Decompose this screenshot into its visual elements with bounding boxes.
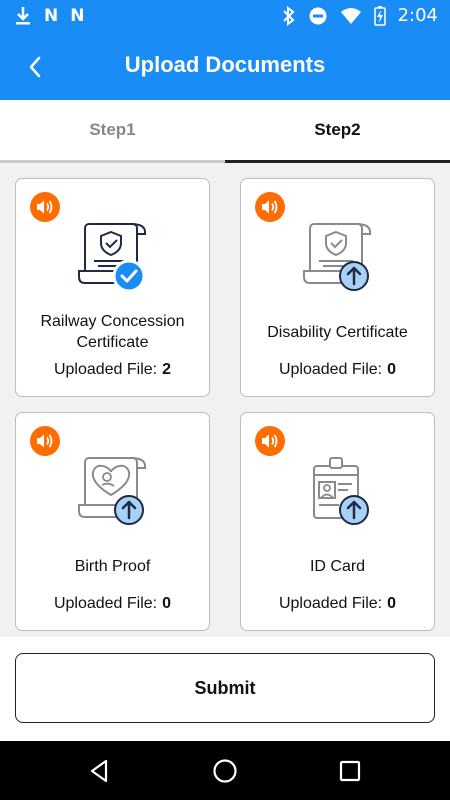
speaker-icon	[262, 434, 278, 448]
download-icon	[16, 7, 30, 25]
uploaded-count: 0	[387, 361, 397, 378]
wifi-icon	[340, 7, 361, 24]
do-not-disturb-icon	[309, 7, 327, 24]
notification-n-icon: N	[70, 6, 85, 26]
notification-n-icon: N	[44, 6, 59, 26]
documents-grid: Railway Concession Certificate Uploaded …	[0, 163, 450, 637]
speaker-icon	[37, 434, 53, 448]
uploaded-file-count: Uploaded File: 0	[16, 595, 209, 613]
speaker-button[interactable]	[255, 426, 285, 456]
nav-recents-button[interactable]	[335, 756, 365, 786]
document-name: Railway Concession Certificate	[40, 313, 185, 351]
system-nav-bar	[0, 741, 450, 800]
app-bar: Upload Documents	[0, 33, 450, 100]
speaker-button[interactable]	[255, 192, 285, 222]
certificate-icon	[76, 221, 152, 297]
birth-certificate-icon	[76, 455, 152, 531]
speaker-button[interactable]	[30, 192, 60, 222]
speaker-icon	[37, 200, 53, 214]
id-card-icon	[301, 455, 377, 531]
uploaded-label: Uploaded File:	[278, 595, 383, 612]
document-name: Disability Certificate	[267, 324, 408, 341]
tab-step2[interactable]: Step2	[225, 100, 450, 163]
home-circle-icon	[213, 759, 237, 783]
uploaded-count: 0	[387, 595, 397, 612]
nav-home-button[interactable]	[210, 756, 240, 786]
speaker-icon	[262, 200, 278, 214]
uploaded-count: 0	[162, 595, 172, 612]
uploaded-label: Uploaded File:	[53, 595, 158, 612]
back-triangle-icon	[90, 759, 108, 783]
uploaded-file-count: Uploaded File: 2	[16, 361, 209, 379]
submit-area: Submit	[0, 637, 450, 741]
recents-square-icon	[339, 760, 361, 782]
step-tabs: Step1 Step2	[0, 100, 450, 163]
nav-back-button[interactable]	[85, 756, 115, 786]
document-card-disability-certificate[interactable]: Disability Certificate Uploaded File: 0	[240, 178, 435, 397]
status-bar: N N 2:04	[0, 0, 450, 33]
uploaded-file-count: Uploaded File: 0	[241, 595, 434, 613]
document-card-railway-concession[interactable]: Railway Concession Certificate Uploaded …	[15, 178, 210, 397]
uploaded-label: Uploaded File:	[278, 361, 383, 378]
speaker-button[interactable]	[30, 426, 60, 456]
battery-charging-icon	[373, 5, 386, 26]
status-time: 2:04	[397, 5, 438, 26]
document-card-birth-proof[interactable]: Birth Proof Uploaded File: 0	[15, 412, 210, 631]
page-title: Upload Documents	[124, 52, 326, 77]
document-name: ID Card	[309, 558, 366, 575]
bluetooth-icon	[282, 5, 295, 26]
uploaded-count: 2	[162, 361, 172, 378]
submit-button[interactable]: Submit	[15, 653, 435, 723]
certificate-icon	[301, 221, 377, 297]
tab-step1[interactable]: Step1	[0, 100, 225, 163]
uploaded-file-count: Uploaded File: 0	[241, 361, 434, 379]
document-card-id-card[interactable]: ID Card Uploaded File: 0	[240, 412, 435, 631]
document-name: Birth Proof	[74, 558, 151, 575]
uploaded-label: Uploaded File:	[53, 361, 158, 378]
